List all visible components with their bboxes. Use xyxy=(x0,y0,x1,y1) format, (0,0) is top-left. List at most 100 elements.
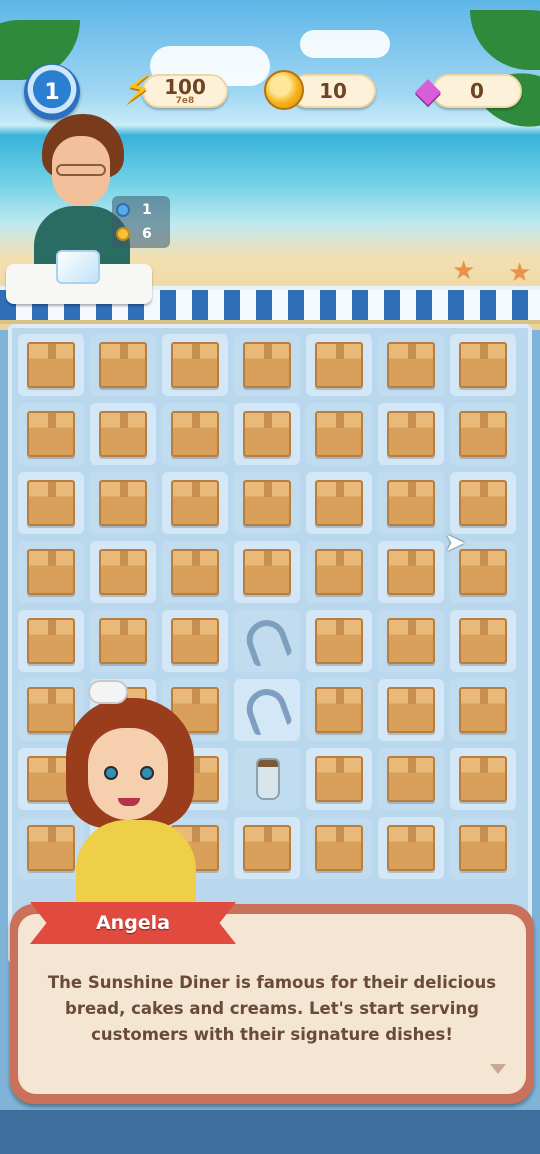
board-tile[interactable] xyxy=(378,334,444,396)
board-tile[interactable] xyxy=(306,541,372,603)
board-tile[interactable] xyxy=(162,541,228,603)
board-tile[interactable] xyxy=(234,403,300,465)
horseshoe-icon[interactable] xyxy=(241,683,293,737)
board-tile[interactable] xyxy=(90,403,156,465)
cardboard-box-icon[interactable] xyxy=(387,756,435,802)
board-tile[interactable] xyxy=(450,817,516,879)
board-tile[interactable] xyxy=(234,472,300,534)
board-tile[interactable] xyxy=(234,610,300,672)
cardboard-box-icon[interactable] xyxy=(243,825,291,871)
cardboard-box-icon[interactable] xyxy=(171,342,219,388)
board-tile[interactable] xyxy=(378,679,444,741)
cardboard-box-icon[interactable] xyxy=(243,411,291,457)
cardboard-box-icon[interactable] xyxy=(243,480,291,526)
board-tile[interactable] xyxy=(90,610,156,672)
cardboard-box-icon[interactable] xyxy=(99,411,147,457)
cardboard-box-icon[interactable] xyxy=(27,411,75,457)
dialog-text: The Sunshine Diner is famous for their d… xyxy=(47,973,497,1044)
blue-item-icon xyxy=(116,203,130,217)
board-tile[interactable] xyxy=(90,472,156,534)
board-tile[interactable] xyxy=(378,472,444,534)
cardboard-box-icon[interactable] xyxy=(459,756,507,802)
cardboard-box-icon[interactable] xyxy=(171,618,219,664)
board-tile[interactable] xyxy=(378,817,444,879)
cardboard-box-icon[interactable] xyxy=(171,549,219,595)
board-tile[interactable] xyxy=(162,472,228,534)
board-tile[interactable] xyxy=(234,334,300,396)
cardboard-box-icon[interactable] xyxy=(243,342,291,388)
board-tile[interactable] xyxy=(90,334,156,396)
player-level-badge[interactable]: 1 xyxy=(24,64,80,120)
cardboard-box-icon[interactable] xyxy=(459,618,507,664)
cardboard-box-icon[interactable] xyxy=(27,342,75,388)
cardboard-box-icon[interactable] xyxy=(459,342,507,388)
bottle-icon[interactable] xyxy=(256,758,280,800)
cardboard-box-icon[interactable] xyxy=(315,618,363,664)
board-tile[interactable] xyxy=(450,679,516,741)
cardboard-box-icon[interactable] xyxy=(459,411,507,457)
board-tile[interactable] xyxy=(306,748,372,810)
cardboard-box-icon[interactable] xyxy=(459,549,507,595)
board-tile[interactable] xyxy=(162,334,228,396)
cardboard-box-icon[interactable] xyxy=(315,825,363,871)
board-tile[interactable] xyxy=(450,610,516,672)
cardboard-box-icon[interactable] xyxy=(27,549,75,595)
board-tile[interactable] xyxy=(234,679,300,741)
board-tile[interactable] xyxy=(378,748,444,810)
speaker-name-banner: Angela xyxy=(30,902,236,944)
cardboard-box-icon[interactable] xyxy=(99,618,147,664)
cardboard-box-icon[interactable] xyxy=(315,756,363,802)
cardboard-box-icon[interactable] xyxy=(27,618,75,664)
cardboard-box-icon[interactable] xyxy=(315,342,363,388)
board-tile[interactable] xyxy=(378,541,444,603)
cardboard-box-icon[interactable] xyxy=(459,480,507,526)
board-tile[interactable] xyxy=(18,334,84,396)
board-tile[interactable] xyxy=(306,817,372,879)
cardboard-box-icon[interactable] xyxy=(459,687,507,733)
board-tile[interactable] xyxy=(378,403,444,465)
cardboard-box-icon[interactable] xyxy=(171,480,219,526)
order-item-row: 6 xyxy=(116,226,152,242)
cardboard-box-icon[interactable] xyxy=(387,549,435,595)
cardboard-box-icon[interactable] xyxy=(315,480,363,526)
cardboard-box-icon[interactable] xyxy=(387,411,435,457)
cardboard-box-icon[interactable] xyxy=(315,411,363,457)
board-tile[interactable] xyxy=(306,403,372,465)
cardboard-box-icon[interactable] xyxy=(387,618,435,664)
board-tile[interactable] xyxy=(18,472,84,534)
board-tile[interactable] xyxy=(306,679,372,741)
board-tile[interactable] xyxy=(234,541,300,603)
board-tile[interactable] xyxy=(450,403,516,465)
board-tile[interactable] xyxy=(306,610,372,672)
cardboard-box-icon[interactable] xyxy=(99,480,147,526)
board-tile[interactable] xyxy=(234,748,300,810)
cardboard-box-icon[interactable] xyxy=(315,687,363,733)
continue-arrow-icon[interactable] xyxy=(490,1064,506,1074)
cardboard-box-icon[interactable] xyxy=(99,549,147,595)
board-tile[interactable] xyxy=(450,472,516,534)
board-tile[interactable] xyxy=(18,541,84,603)
cardboard-box-icon[interactable] xyxy=(387,687,435,733)
customer-order-bubble[interactable]: 1 6 xyxy=(112,196,170,248)
horseshoe-icon[interactable] xyxy=(241,614,293,668)
cardboard-box-icon[interactable] xyxy=(387,342,435,388)
cardboard-box-icon[interactable] xyxy=(171,411,219,457)
cardboard-box-icon[interactable] xyxy=(27,480,75,526)
board-tile[interactable] xyxy=(450,748,516,810)
board-tile[interactable] xyxy=(162,610,228,672)
cardboard-box-icon[interactable] xyxy=(243,549,291,595)
board-tile[interactable] xyxy=(306,334,372,396)
board-tile[interactable] xyxy=(18,610,84,672)
board-tile[interactable] xyxy=(234,817,300,879)
board-tile[interactable] xyxy=(162,403,228,465)
board-tile[interactable] xyxy=(90,541,156,603)
cardboard-box-icon[interactable] xyxy=(387,480,435,526)
board-tile[interactable] xyxy=(306,472,372,534)
board-tile[interactable] xyxy=(18,403,84,465)
cardboard-box-icon[interactable] xyxy=(387,825,435,871)
board-tile[interactable] xyxy=(378,610,444,672)
cardboard-box-icon[interactable] xyxy=(99,342,147,388)
cardboard-box-icon[interactable] xyxy=(315,549,363,595)
board-tile[interactable] xyxy=(450,334,516,396)
cardboard-box-icon[interactable] xyxy=(459,825,507,871)
